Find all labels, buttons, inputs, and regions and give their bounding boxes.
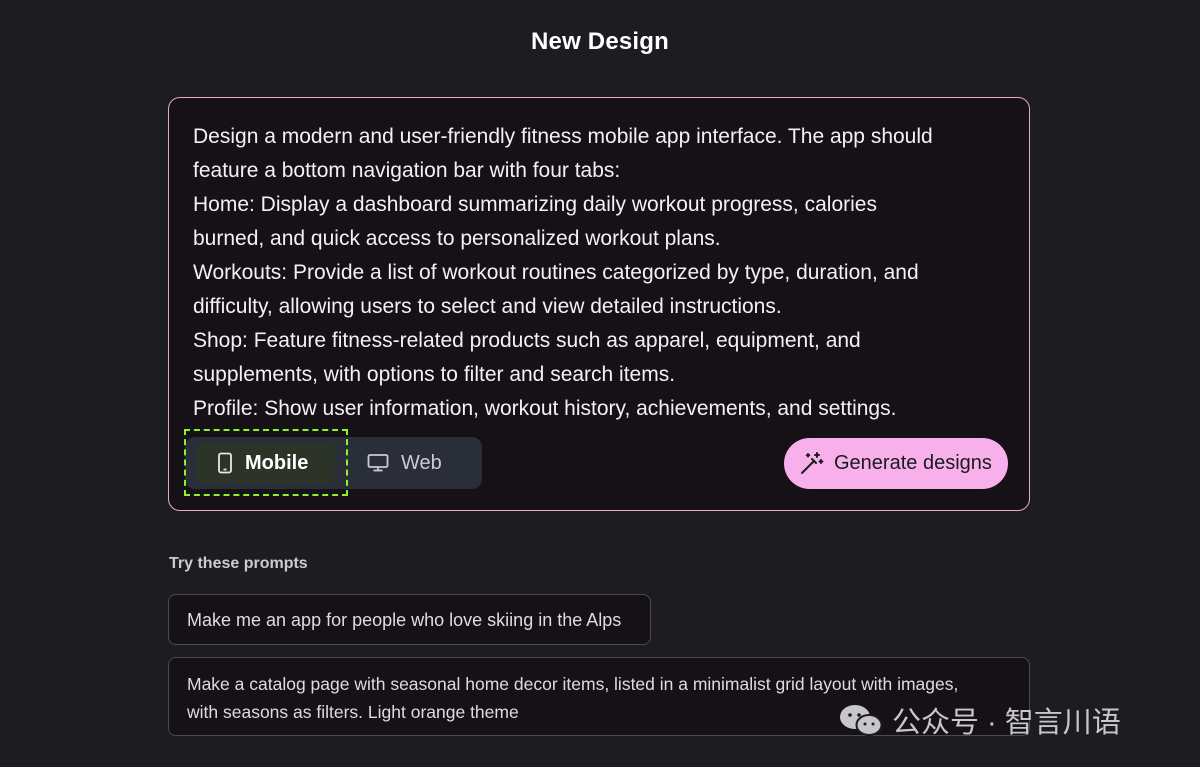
magic-wand-icon	[798, 451, 824, 477]
suggestions-heading: Try these prompts	[169, 555, 308, 572]
page-title: New Design	[530, 28, 670, 55]
web-option-button[interactable]: Web	[353, 443, 471, 483]
smartphone-icon	[217, 452, 233, 474]
monitor-icon	[367, 453, 389, 473]
suggestion-prompt[interactable]: Make me an app for people who love skiin…	[168, 594, 651, 645]
prompt-textarea[interactable]: Design a modern and user-friendly fitnes…	[168, 97, 1030, 511]
prompt-text[interactable]: Design a modern and user-friendly fitnes…	[193, 120, 1013, 426]
watermark: 公众号 · 智言川语	[838, 700, 1121, 740]
suggestion-text: Make me an app for people who love skiin…	[187, 610, 622, 630]
mobile-option-button[interactable]: Mobile	[197, 443, 335, 483]
mobile-option-label: Mobile	[245, 451, 309, 474]
wechat-icon	[838, 702, 884, 738]
generate-designs-label: Generate designs	[834, 452, 992, 474]
generate-designs-button[interactable]: Generate designs	[784, 438, 1008, 489]
web-option-label: Web	[401, 451, 442, 474]
device-toggle: Mobile Web	[184, 429, 482, 496]
watermark-text: 公众号 · 智言川语	[892, 707, 1121, 739]
